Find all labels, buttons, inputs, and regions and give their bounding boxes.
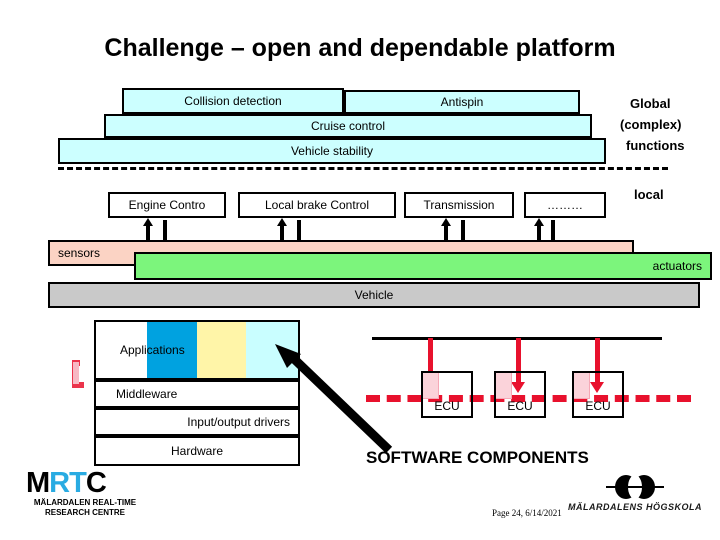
mrtc-letter-c: C [85, 467, 107, 499]
global-functions-label-line1: Global [630, 96, 671, 111]
vehicle-bar: Vehicle [48, 282, 700, 308]
global-functions-label-line3: functions [626, 138, 685, 153]
mrtc-subtitle-line2: RESEARCH CENTRE [44, 508, 125, 517]
stack-layer-label: Applications [120, 343, 185, 357]
control-box-label: Transmission [423, 198, 495, 212]
function-box-label: Cruise control [310, 119, 386, 133]
stack-layer-label: Hardware [170, 444, 224, 458]
control-box-label: ……… [547, 198, 583, 212]
control-box-label: Local brake Control [264, 198, 370, 212]
software-components-caption: SOFTWARE COMPONENTS [366, 448, 589, 467]
red-bracket-marker [66, 358, 100, 400]
page-title: Challenge – open and dependable platform [104, 34, 616, 62]
mrtc-letter-m: M [26, 467, 50, 499]
control-box-engine-control[interactable]: Engine Contro [108, 192, 226, 218]
mdh-mark-icon [606, 475, 664, 499]
mrtc-logo: MRTC MÄLARDALEN REAL-TIME RESEARCH CENTR… [26, 468, 206, 518]
slide-canvas: Challenge – open and dependable platform… [0, 0, 720, 540]
application-component-3[interactable] [197, 322, 247, 378]
page-number: Page 24, 6/14/2021 [492, 508, 562, 518]
ecu-label: ECU [585, 399, 611, 413]
actuators-bar: actuators [134, 252, 712, 280]
mrtc-wordmark: MRTC [26, 468, 206, 498]
function-box-collision-detection[interactable]: Collision detection [122, 88, 344, 114]
function-box-vehicle-stability[interactable]: Vehicle stability [58, 138, 606, 164]
control-box-ellipsis[interactable]: ……… [524, 192, 606, 218]
mdh-logo: MÄLARDALENS HÖGSKOLA [560, 474, 710, 512]
mrtc-subtitle-line1: MÄLARDALEN REAL-TIME [33, 498, 137, 507]
control-box-label: Engine Contro [128, 198, 206, 212]
function-box-label: Vehicle stability [290, 144, 374, 158]
ecu-box-3[interactable]: ECU [572, 371, 624, 418]
sensors-label: sensors [58, 246, 101, 260]
function-box-label: Collision detection [184, 94, 282, 108]
ecu-label: ECU [507, 399, 533, 413]
control-box-transmission[interactable]: Transmission [404, 192, 514, 218]
actuators-label: actuators [652, 259, 702, 273]
function-box-antispin[interactable]: Antispin [344, 90, 580, 114]
function-box-cruise-control[interactable]: Cruise control [104, 114, 592, 138]
mrtc-letters-rt: RT [49, 467, 87, 499]
ecu-label: ECU [434, 399, 460, 413]
mdh-subtitle: MÄLARDALENS HÖGSKOLA [568, 502, 702, 512]
stack-layer-label: Middleware [116, 387, 178, 401]
ecu-box-2[interactable]: ECU [494, 371, 546, 418]
function-box-label: Antispin [440, 95, 484, 109]
ecu-box-1[interactable]: ECU [421, 371, 473, 418]
vehicle-label: Vehicle [354, 288, 394, 302]
global-functions-label-line2: (complex) [620, 117, 682, 132]
control-box-local-brake-control[interactable]: Local brake Control [238, 192, 396, 218]
local-functions-label: local [634, 187, 664, 202]
global-local-divider [58, 167, 668, 170]
